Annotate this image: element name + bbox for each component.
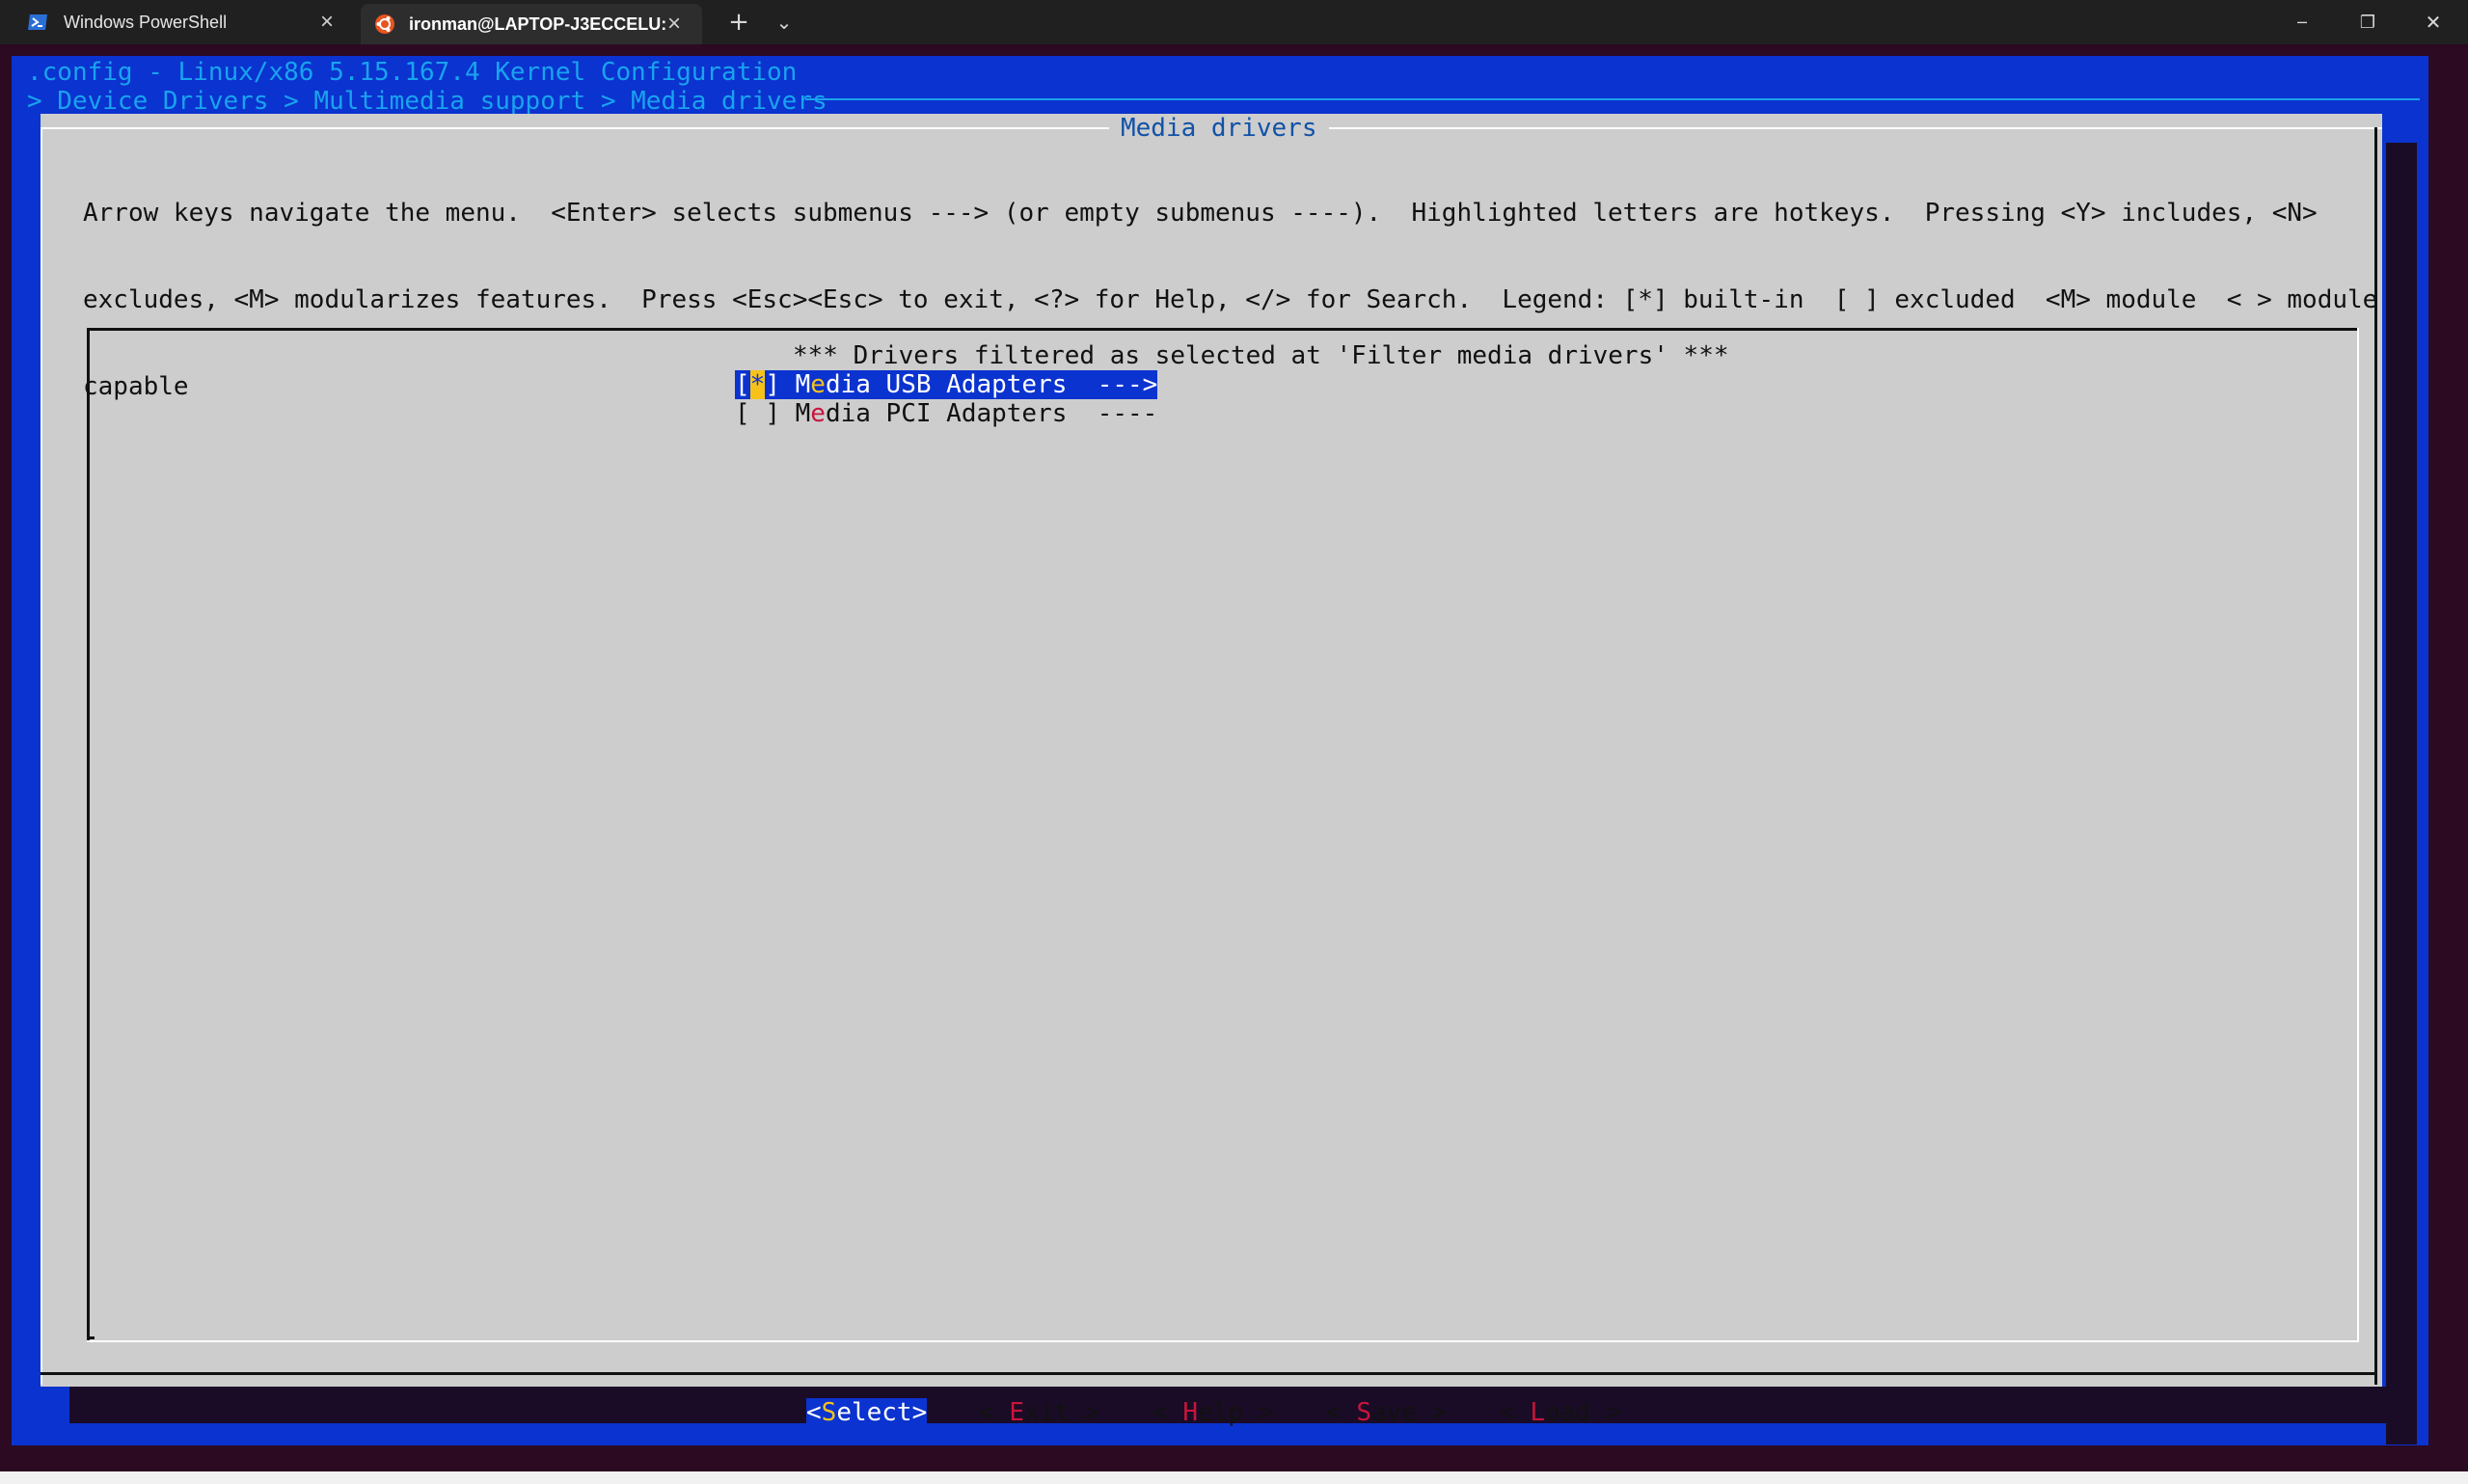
item-label: dia USB Adapters xyxy=(825,370,1068,399)
help-line: excludes, <M> modularizes features. Pres… xyxy=(83,285,2378,314)
dialog-border xyxy=(41,1372,2377,1375)
button-hotkey: S xyxy=(821,1398,837,1427)
title-bar: Windows PowerShell × ironman@LAPTOP-J3EC… xyxy=(0,0,2468,44)
dialog-shadow xyxy=(2386,143,2417,1444)
item-hotkey: M xyxy=(795,370,811,399)
select-button[interactable]: <Select> xyxy=(806,1398,928,1427)
help-button[interactable]: < Help > xyxy=(1153,1398,1273,1427)
minimize-button[interactable]: ─ xyxy=(2268,0,2336,44)
dialog-border xyxy=(41,127,42,1385)
terminal-viewport[interactable]: .config - Linux/x86 5.15.167.4 Kernel Co… xyxy=(12,56,2428,1445)
breadcrumb-rule xyxy=(805,98,2420,100)
powershell-icon xyxy=(28,14,47,30)
menu-border xyxy=(87,1340,2359,1342)
button-hotkey: S xyxy=(1356,1398,1371,1427)
close-tab-icon[interactable]: × xyxy=(667,13,681,36)
tab-ubuntu-terminal[interactable]: ironman@LAPTOP-J3ECCELU: × xyxy=(361,4,702,44)
menu-border xyxy=(2357,328,2359,1342)
checkbox-open: [ xyxy=(735,370,750,399)
button-bracket: < xyxy=(979,1398,1010,1427)
help-line: Arrow keys navigate the menu. <Enter> se… xyxy=(83,199,2318,228)
menu-item-media-pci-adapters[interactable]: [ ] Media PCI Adapters ---- xyxy=(735,399,1157,428)
button-bracket: > xyxy=(1589,1398,1621,1427)
checkbox-mark[interactable] xyxy=(750,399,766,428)
close-window-button[interactable]: ✕ xyxy=(2400,0,2467,44)
menu-border xyxy=(87,328,90,1342)
restore-button[interactable]: ❐ xyxy=(2334,0,2401,44)
menu-border xyxy=(87,328,2359,331)
submenu-arrow: ---> xyxy=(1067,370,1158,399)
checkbox-open: [ xyxy=(735,399,750,428)
button-hotkey: E xyxy=(1009,1398,1024,1427)
button-bracket: > xyxy=(1242,1398,1274,1427)
checkbox-close: ] xyxy=(765,370,780,399)
tab-windows-powershell[interactable]: Windows PowerShell × xyxy=(0,0,355,44)
menu-list: *** Drivers filtered as selected at 'Fil… xyxy=(87,328,2359,1342)
menu-item-media-usb-adapters[interactable]: [*] Media USB Adapters ---> xyxy=(735,370,1158,399)
checkbox-mark[interactable]: * xyxy=(749,370,766,399)
close-tab-icon[interactable]: × xyxy=(320,11,334,34)
button-bracket: < xyxy=(1500,1398,1531,1427)
button-bracket: < xyxy=(1153,1398,1183,1427)
button-label: xit xyxy=(1023,1398,1070,1427)
button-label: elect xyxy=(836,1398,912,1427)
menu-border xyxy=(87,1336,95,1339)
button-label: oad xyxy=(1544,1398,1590,1427)
button-bracket: > xyxy=(1069,1398,1100,1427)
item-hotkey-letter: e xyxy=(810,399,826,428)
window-bottom-edge xyxy=(0,1471,2468,1484)
button-bracket: < xyxy=(1326,1398,1357,1427)
dialog-title: Media drivers xyxy=(1109,114,1329,143)
config-title: .config - Linux/x86 5.15.167.4 Kernel Co… xyxy=(27,58,798,87)
button-bracket: > xyxy=(911,1398,928,1427)
item-label: dia PCI Adapters xyxy=(825,399,1068,428)
submenu-empty: ---- xyxy=(1067,399,1158,428)
item-hotkey: M xyxy=(795,399,811,428)
exit-button[interactable]: < Exit > xyxy=(979,1398,1099,1427)
breadcrumb: > Device Drivers > Multimedia support > … xyxy=(27,87,827,116)
item-hotkey-letter: e xyxy=(810,370,826,399)
button-label: elp xyxy=(1197,1398,1243,1427)
tab-dropdown-icon[interactable]: ⌄ xyxy=(762,0,806,44)
tab-label: Windows PowerShell xyxy=(64,12,228,32)
ubuntu-icon xyxy=(375,14,394,34)
menu-comment: *** Drivers filtered as selected at 'Fil… xyxy=(793,341,1729,370)
button-label: ave xyxy=(1370,1398,1417,1427)
button-hotkey: L xyxy=(1530,1398,1545,1427)
menu-dialog: Media drivers Arrow keys navigate the me… xyxy=(41,114,2382,1387)
button-hotkey: H xyxy=(1182,1398,1198,1427)
button-bracket: > xyxy=(1416,1398,1448,1427)
new-tab-button[interactable]: + xyxy=(717,0,761,44)
tab-label: ironman@LAPTOP-J3ECCELU: xyxy=(409,13,667,34)
button-bracket: < xyxy=(806,1398,822,1427)
save-button[interactable]: < Save > xyxy=(1326,1398,1447,1427)
checkbox-close: ] xyxy=(765,399,780,428)
load-button[interactable]: < Load > xyxy=(1500,1398,1620,1427)
